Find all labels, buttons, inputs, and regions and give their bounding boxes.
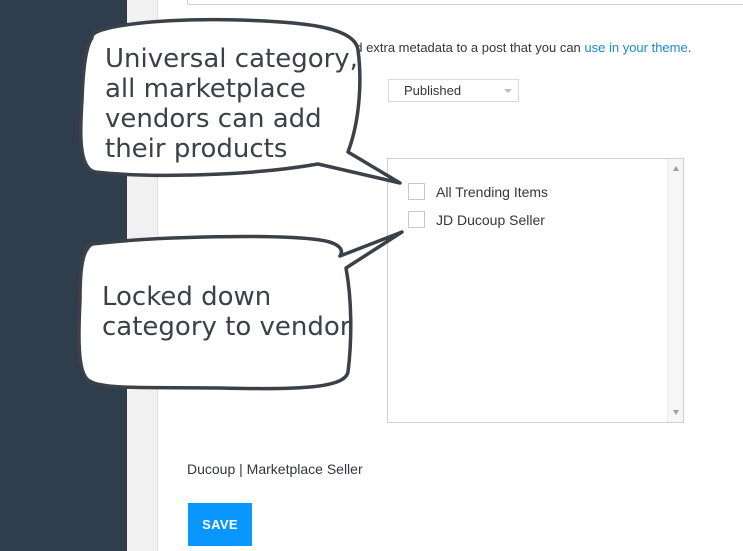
callout-line: Locked down: [102, 282, 272, 312]
category-label: All Trending Items: [436, 183, 549, 200]
save-button[interactable]: SAVE: [188, 503, 252, 546]
category-list: All Trending Items JD Ducoup Seller: [387, 158, 684, 423]
callout-line: all marketplace: [105, 74, 306, 104]
category-item[interactable]: All Trending Items: [408, 183, 548, 200]
chevron-down-icon: [504, 89, 512, 93]
category-checkbox[interactable]: [408, 183, 425, 200]
top-input-field[interactable]: [187, 0, 743, 5]
category-item[interactable]: JD Ducoup Seller: [408, 211, 545, 228]
category-label: JD Ducoup Seller: [436, 211, 545, 228]
callout-line: category to vendor: [102, 312, 351, 342]
status-select[interactable]: Published: [388, 79, 519, 102]
metadata-hint-suffix: .: [687, 40, 692, 55]
status-select-value: Published: [404, 83, 462, 98]
callout-universal-text: Universal category, all marketplace vend…: [105, 44, 358, 164]
scroll-down-icon[interactable]: [673, 410, 679, 415]
callout-line: their products: [105, 134, 288, 164]
theme-link[interactable]: use in your theme: [584, 40, 687, 55]
metadata-hint-text: o add extra metadata to a post that you …: [330, 40, 585, 55]
callout-line: Universal category,: [105, 44, 358, 74]
callout-locked-text: Locked down category to vendor: [102, 282, 351, 342]
category-scrollbar[interactable]: [667, 159, 683, 422]
vendor-label: Ducoup | Marketplace Seller: [187, 461, 363, 477]
category-checkbox[interactable]: [408, 211, 425, 228]
scroll-up-icon[interactable]: [673, 166, 679, 171]
callout-line: vendors can add: [105, 104, 322, 134]
metadata-hint: o add extra metadata to a post that you …: [330, 40, 691, 55]
